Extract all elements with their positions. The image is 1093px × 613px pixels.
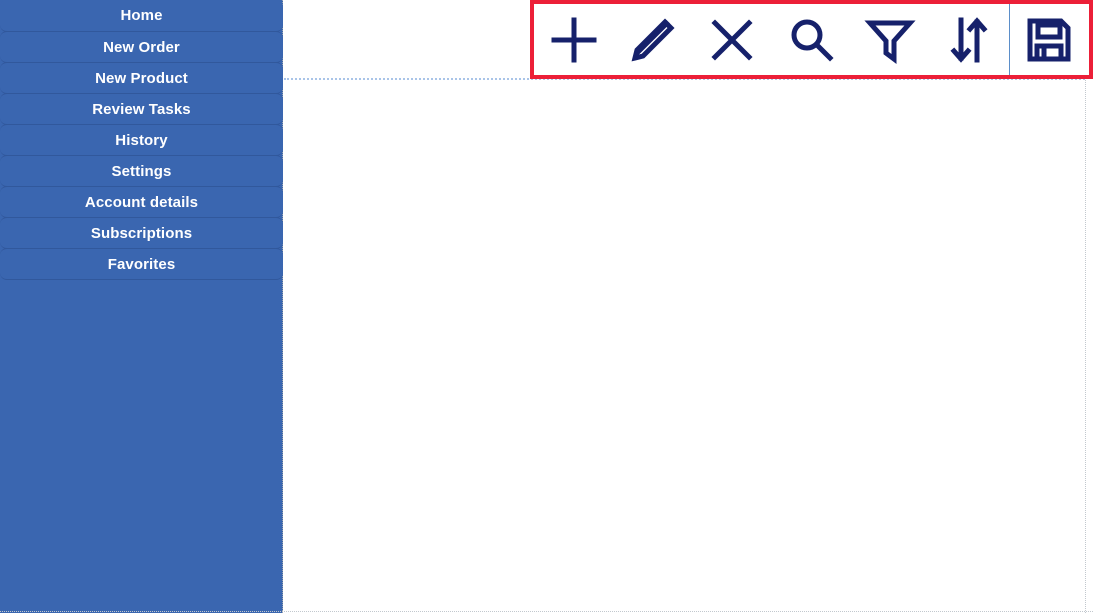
sidebar-item-subscriptions[interactable]: Subscriptions xyxy=(0,217,283,249)
sidebar-item-new-product[interactable]: New Product xyxy=(0,62,283,94)
edit-button[interactable] xyxy=(613,4,692,75)
add-button[interactable] xyxy=(534,4,613,75)
bottom-guide xyxy=(0,611,1093,612)
pencil-icon xyxy=(627,14,679,66)
close-icon xyxy=(706,14,758,66)
save-icon xyxy=(1023,14,1075,66)
sort-icon xyxy=(943,14,995,66)
sidebar-item-history[interactable]: History xyxy=(0,124,283,156)
filter-icon xyxy=(864,14,916,66)
plus-icon xyxy=(548,14,600,66)
sort-button[interactable] xyxy=(930,4,1009,75)
save-button[interactable] xyxy=(1008,4,1089,75)
delete-button[interactable] xyxy=(692,4,771,75)
sidebar-item-favorites[interactable]: Favorites xyxy=(0,248,283,280)
sidebar-menu-list: Home New Order New Product Review Tasks … xyxy=(0,0,283,280)
search-button[interactable] xyxy=(771,4,850,75)
filter-button[interactable] xyxy=(851,4,930,75)
right-column-guide xyxy=(1085,0,1086,613)
search-icon xyxy=(785,14,837,66)
application-window: Home New Order New Product Review Tasks … xyxy=(0,0,1093,613)
sidebar-item-new-order[interactable]: New Order xyxy=(0,31,283,63)
sidebar-item-home[interactable]: Home xyxy=(0,0,283,32)
sidebar-item-settings[interactable]: Settings xyxy=(0,155,283,187)
action-toolbar xyxy=(530,0,1093,79)
sidebar-item-review-tasks[interactable]: Review Tasks xyxy=(0,93,283,125)
sidebar-item-account-details[interactable]: Account details xyxy=(0,186,283,218)
content-area xyxy=(284,0,1093,613)
sidebar: Home New Order New Product Review Tasks … xyxy=(0,0,283,613)
